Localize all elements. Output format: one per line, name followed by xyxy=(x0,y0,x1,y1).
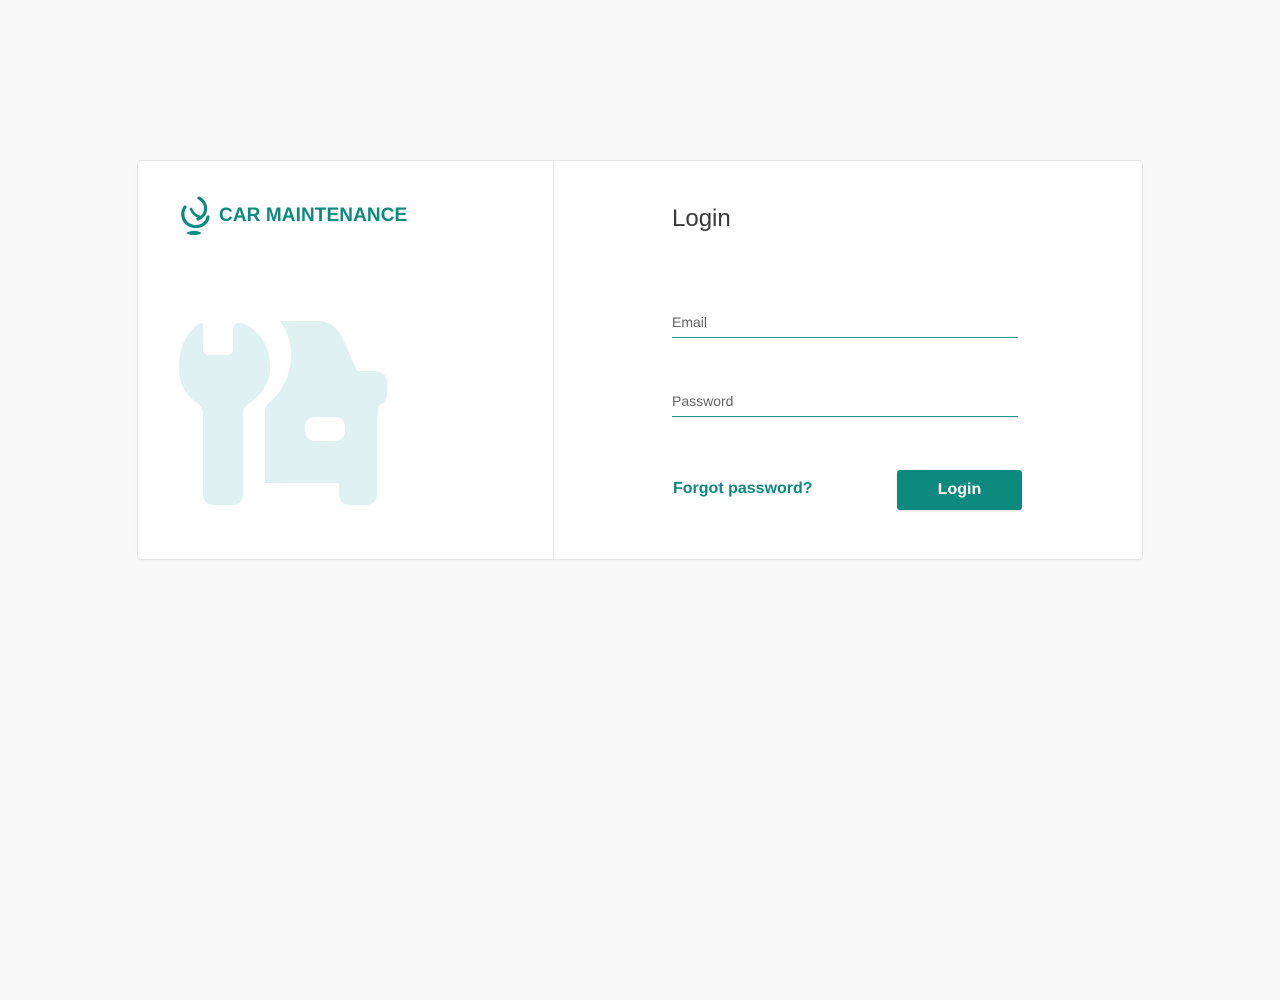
brand-panel: CAR MAINTENANCE xyxy=(138,161,554,559)
email-field[interactable] xyxy=(672,307,1018,337)
login-panel: Login Forgot password? Login xyxy=(554,161,1142,559)
login-button[interactable]: Login xyxy=(897,470,1022,510)
password-field-container xyxy=(672,386,1018,417)
car-repair-icon xyxy=(179,321,387,505)
brand-logo-icon xyxy=(181,196,210,235)
brand-name: CAR MAINTENANCE xyxy=(219,205,408,226)
login-title: Login xyxy=(672,205,731,232)
password-field[interactable] xyxy=(672,386,1018,416)
brand: CAR MAINTENANCE xyxy=(178,195,407,237)
login-card: CAR MAINTENANCE Login Forgot password? L… xyxy=(137,160,1143,560)
email-field-container xyxy=(672,307,1018,338)
forgot-password-link[interactable]: Forgot password? xyxy=(673,480,813,498)
